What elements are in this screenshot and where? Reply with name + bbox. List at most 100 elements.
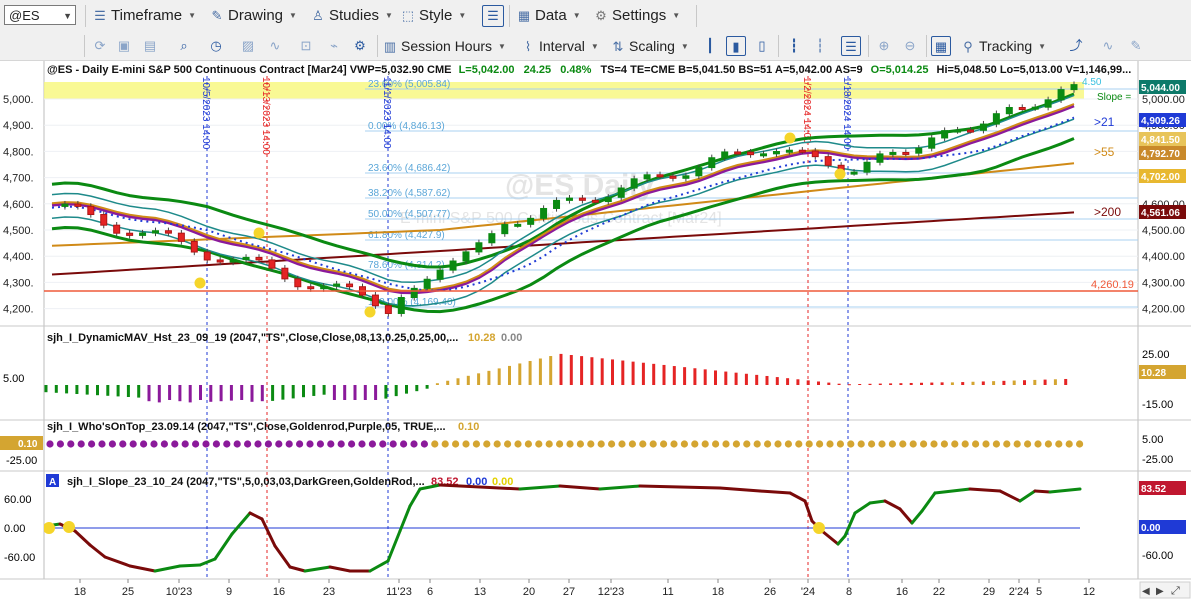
style-label: Style (419, 7, 453, 24)
slope-segment (1033, 489, 1052, 494)
separator (85, 5, 86, 27)
candle-up (540, 207, 548, 219)
histogram-bar (1043, 379, 1047, 385)
histogram-bar (971, 381, 975, 385)
whos-on-top-dot (306, 440, 314, 448)
whos-on-top-dot (618, 440, 626, 448)
capture-icon[interactable]: ⊡ (296, 36, 316, 56)
histogram-bar (909, 382, 913, 385)
histogram-bar (497, 368, 501, 385)
style-menu[interactable]: ⬚ Style ▼ (400, 5, 466, 27)
zoom-in-icon[interactable]: ⊕ (874, 36, 894, 56)
chevron-down-icon: ▼ (1038, 42, 1047, 51)
indicator3-left-axis-label: 0.00 (4, 523, 25, 535)
price-chart[interactable]: @ES Daily E-mini S&P 500 Continuous Cont… (0, 61, 1191, 600)
timeframe-menu[interactable]: ☰ Timeframe ▼ (92, 5, 196, 27)
scroll-left-icon[interactable]: ◀ (1142, 586, 1150, 597)
bar-type2-icon[interactable]: ┆ (810, 36, 830, 56)
ohlc-bars-icon[interactable]: ┃ (700, 36, 720, 56)
candle-down (268, 259, 276, 269)
histogram-bar (796, 379, 800, 385)
wave-icon[interactable]: ∿ (265, 36, 285, 56)
histogram-bar (992, 381, 996, 385)
histogram-bar (755, 374, 759, 385)
candle-up (397, 296, 405, 314)
refresh-icon[interactable]: ⟳ (90, 36, 110, 56)
whos-on-top-dot (1065, 440, 1073, 448)
scaling-menu[interactable]: ⇅ Scaling ▼ (610, 35, 689, 57)
expand-icon[interactable]: ⤢ (1171, 585, 1180, 597)
whos-on-top-dot (358, 440, 366, 448)
left-price-axis: 5,000. 4,900. 4,800. 4,700. 4,600. 4,500. 4,40… (3, 94, 34, 316)
candle-up (229, 259, 237, 263)
zoom-search-icon[interactable]: ⌕ (174, 36, 194, 56)
histogram-bar (961, 382, 965, 385)
chart-image-icon[interactable]: ▨ (238, 36, 258, 56)
whos-on-top-dot (348, 440, 356, 448)
link-icon[interactable]: ⌁ (324, 36, 344, 56)
candle-up (501, 224, 509, 235)
session-hours-menu[interactable]: ▥ Session Hours ▼ (382, 35, 506, 57)
signal-marker (194, 277, 206, 289)
gear-icon[interactable]: ⚙ (350, 36, 370, 56)
histogram-bar (106, 385, 110, 396)
scroll-right-icon[interactable]: ▶ (1156, 586, 1164, 597)
layout-icon[interactable]: ☰ (841, 36, 861, 56)
hollow-candle-icon[interactable]: ▯ (752, 36, 772, 56)
grid-icon[interactable]: ▦ (931, 36, 951, 56)
candle-up (630, 178, 638, 189)
histogram-bar (693, 368, 697, 385)
slope-marker (44, 522, 55, 534)
indicator2-left-axis-label: -25.00 (6, 455, 37, 467)
time-axis-label: 11'23 (386, 586, 412, 598)
whos-on-top-dot (212, 440, 220, 448)
interval-menu[interactable]: ⌇ Interval ▼ (520, 35, 599, 57)
zoom-out-icon[interactable]: ⊖ (900, 36, 920, 56)
settings-menu[interactable]: ⚙ Settings ▼ (593, 5, 680, 27)
candle-down (371, 294, 379, 307)
histogram-bar (199, 385, 202, 400)
candlestick-icon[interactable]: ▮ (726, 36, 746, 56)
whos-on-top-dot (535, 440, 543, 448)
candle-up (527, 217, 535, 225)
tracking-menu[interactable]: ⚲ Tracking ▼ (960, 35, 1046, 57)
separator (84, 35, 85, 57)
slope-marker (63, 521, 75, 533)
symbol-input[interactable]: @ES ▼ (4, 5, 76, 25)
histogram-bar (899, 383, 903, 385)
bar-type-icon[interactable]: ┇ (784, 36, 804, 56)
gauge-icon[interactable]: ◷ (206, 36, 226, 56)
image-icon[interactable]: ▣ (114, 36, 134, 56)
whos-on-top-dot (1024, 440, 1032, 448)
histogram-bar (126, 385, 130, 397)
studies-menu[interactable]: ♙ Studies ▼ (310, 5, 393, 27)
whos-on-top-dot (701, 440, 709, 448)
whos-on-top-dot (420, 440, 428, 448)
time-axis-label: 25 (122, 586, 134, 598)
candle-up (565, 197, 573, 201)
chevron-down-icon[interactable]: ▼ (63, 6, 72, 26)
candle-down (591, 199, 599, 203)
curve-icon[interactable]: ∿ (1098, 36, 1118, 56)
layout-icon[interactable]: ☰ (482, 5, 504, 27)
add-chart-icon[interactable]: ⤴ (1066, 36, 1086, 56)
histogram-bar (652, 363, 656, 385)
draw-icon[interactable]: ✎ (1126, 36, 1146, 56)
style-icon: ⬚ (401, 8, 415, 23)
candle-up (721, 151, 729, 159)
candle-up (617, 187, 625, 198)
candle-down (824, 156, 832, 166)
bars-icon[interactable]: ▤ (140, 36, 160, 56)
histogram-bar (920, 382, 923, 385)
whos-on-top-dot (1055, 440, 1063, 448)
histogram-bar (363, 385, 367, 400)
data-menu[interactable]: ▦ Data ▼ (516, 5, 581, 27)
price-badge-gold-text: 4,841.50 (1141, 135, 1180, 146)
drawing-menu[interactable]: ✎ Drawing ▼ (209, 5, 297, 27)
scaling-label: Scaling (629, 38, 675, 54)
indicator1-title: sjh_I_DynamicMAV_Hst_23_09_19 (2047,"TS"… (47, 332, 458, 344)
header-percent: 0.48% (560, 64, 591, 76)
whos-on-top-dot (816, 440, 824, 448)
histogram-bar (137, 385, 141, 398)
price-axis-label: 4,200.00 (1142, 304, 1185, 316)
